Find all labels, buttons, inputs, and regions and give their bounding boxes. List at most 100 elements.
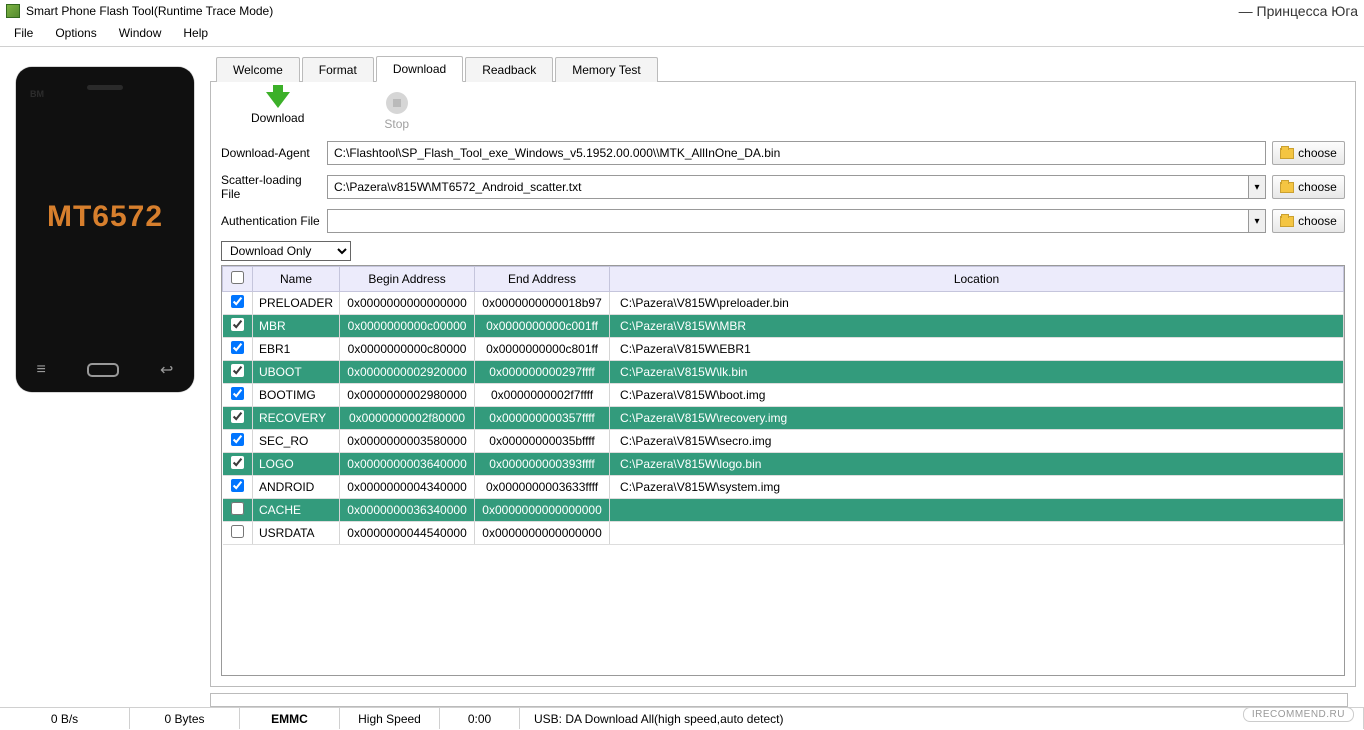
row-begin: 0x0000000003580000: [340, 430, 475, 453]
row-name: ANDROID: [253, 476, 340, 499]
folder-icon: [1280, 182, 1294, 193]
da-input[interactable]: [327, 141, 1266, 165]
row-end: 0x0000000000c801ff: [475, 338, 610, 361]
table-row[interactable]: UBOOT0x00000000029200000x000000000297fff…: [223, 361, 1344, 384]
menu-file[interactable]: File: [4, 24, 43, 42]
row-location: [610, 499, 1344, 522]
menu-help[interactable]: Help: [173, 24, 218, 42]
da-choose-button[interactable]: choose: [1272, 141, 1345, 165]
table-row[interactable]: RECOVERY0x0000000002f800000x000000000357…: [223, 407, 1344, 430]
row-location: C:\Pazera\V815W\EBR1: [610, 338, 1344, 361]
scatter-choose-button[interactable]: choose: [1272, 175, 1345, 199]
menu-bar: File Options Window Help: [0, 22, 1364, 47]
scatter-input[interactable]: [327, 175, 1248, 199]
tab-memory-test[interactable]: Memory Test: [555, 57, 657, 82]
status-speed: 0 B/s: [0, 708, 130, 729]
table-row[interactable]: ANDROID0x00000000043400000x0000000003633…: [223, 476, 1344, 499]
row-checkbox[interactable]: [231, 318, 244, 331]
row-name: BOOTIMG: [253, 384, 340, 407]
row-end: 0x00000000035bffff: [475, 430, 610, 453]
watermark-site: IRECOMMEND.RU: [1243, 707, 1354, 722]
row-begin: 0x0000000002f80000: [340, 407, 475, 430]
auth-label: Authentication File: [221, 214, 321, 228]
stop-button[interactable]: Stop: [384, 92, 409, 131]
table-row[interactable]: EBR10x0000000000c800000x0000000000c801ff…: [223, 338, 1344, 361]
table-row[interactable]: PRELOADER0x00000000000000000x00000000000…: [223, 292, 1344, 315]
row-checkbox[interactable]: [231, 479, 244, 492]
row-checkbox[interactable]: [231, 410, 244, 423]
row-end: 0x000000000393ffff: [475, 453, 610, 476]
row-end: 0x0000000002f7ffff: [475, 384, 610, 407]
row-end: 0x0000000000018b97: [475, 292, 610, 315]
table-row[interactable]: CACHE0x00000000363400000x000000000000000…: [223, 499, 1344, 522]
status-usb: USB: DA Download All(high speed,auto det…: [520, 708, 1364, 729]
table-row[interactable]: USRDATA0x00000000445400000x0000000000000…: [223, 522, 1344, 545]
download-mode-select[interactable]: Download Only: [221, 241, 351, 261]
table-row[interactable]: MBR0x0000000000c000000x0000000000c001ffC…: [223, 315, 1344, 338]
tab-readback[interactable]: Readback: [465, 57, 553, 82]
table-row[interactable]: LOGO0x00000000036400000x000000000393ffff…: [223, 453, 1344, 476]
sidebar: BM MT6572 ≡ ↩: [0, 47, 210, 707]
auth-choose-button[interactable]: choose: [1272, 209, 1345, 233]
row-checkbox[interactable]: [231, 456, 244, 469]
phone-brand: BM: [30, 89, 44, 99]
row-end: 0x0000000003633ffff: [475, 476, 610, 499]
row-checkbox[interactable]: [231, 433, 244, 446]
table-row[interactable]: BOOTIMG0x00000000029800000x0000000002f7f…: [223, 384, 1344, 407]
row-begin: 0x0000000000c80000: [340, 338, 475, 361]
table-row[interactable]: SEC_RO0x00000000035800000x00000000035bff…: [223, 430, 1344, 453]
auth-dropdown[interactable]: ▾: [1248, 209, 1266, 233]
row-checkbox[interactable]: [231, 525, 244, 538]
row-name: EBR1: [253, 338, 340, 361]
select-all-checkbox[interactable]: [231, 271, 244, 284]
phone-back-icon: ↩: [160, 360, 173, 380]
chevron-down-icon: ▾: [1254, 182, 1259, 193]
row-location: C:\Pazera\V815W\recovery.img: [610, 407, 1344, 430]
tab-download[interactable]: Download: [376, 56, 463, 82]
col-begin[interactable]: Begin Address: [340, 267, 475, 292]
row-name: USRDATA: [253, 522, 340, 545]
partition-grid: Name Begin Address End Address Location …: [221, 265, 1345, 676]
row-checkbox[interactable]: [231, 341, 244, 354]
tab-welcome[interactable]: Welcome: [216, 57, 300, 82]
menu-window[interactable]: Window: [109, 24, 172, 42]
row-name: LOGO: [253, 453, 340, 476]
row-begin: 0x0000000000c00000: [340, 315, 475, 338]
phone-chip-label: MT6572: [47, 200, 163, 234]
col-end[interactable]: End Address: [475, 267, 610, 292]
status-time: 0:00: [440, 708, 520, 729]
row-location: [610, 522, 1344, 545]
row-checkbox[interactable]: [231, 295, 244, 308]
row-name: MBR: [253, 315, 340, 338]
row-name: RECOVERY: [253, 407, 340, 430]
stop-icon: [386, 92, 408, 114]
folder-icon: [1280, 216, 1294, 227]
tab-strip: Welcome Format Download Readback Memory …: [210, 55, 1356, 82]
auth-input[interactable]: [327, 209, 1248, 233]
row-begin: 0x0000000003640000: [340, 453, 475, 476]
stop-label: Stop: [384, 117, 409, 131]
download-label: Download: [251, 111, 304, 125]
menu-options[interactable]: Options: [45, 24, 106, 42]
phone-home-icon: [87, 363, 119, 377]
row-location: C:\Pazera\V815W\logo.bin: [610, 453, 1344, 476]
download-arrow-icon: [266, 92, 290, 108]
choose-label: choose: [1298, 180, 1337, 194]
tab-format[interactable]: Format: [302, 57, 374, 82]
col-location[interactable]: Location: [610, 267, 1344, 292]
row-name: CACHE: [253, 499, 340, 522]
col-name[interactable]: Name: [253, 267, 340, 292]
tab-body: Download Stop Download-Agent choose: [210, 82, 1356, 687]
row-checkbox[interactable]: [231, 364, 244, 377]
toolbar: Download Stop: [221, 92, 1345, 141]
download-button[interactable]: Download: [251, 92, 304, 131]
scatter-label: Scatter-loading File: [221, 173, 321, 201]
row-checkbox[interactable]: [231, 387, 244, 400]
row-checkbox[interactable]: [231, 502, 244, 515]
row-location: C:\Pazera\V815W\secro.img: [610, 430, 1344, 453]
row-end: 0x0000000000000000: [475, 499, 610, 522]
choose-label: choose: [1298, 146, 1337, 160]
choose-label: choose: [1298, 214, 1337, 228]
scatter-dropdown[interactable]: ▾: [1248, 175, 1266, 199]
row-location: C:\Pazera\V815W\MBR: [610, 315, 1344, 338]
